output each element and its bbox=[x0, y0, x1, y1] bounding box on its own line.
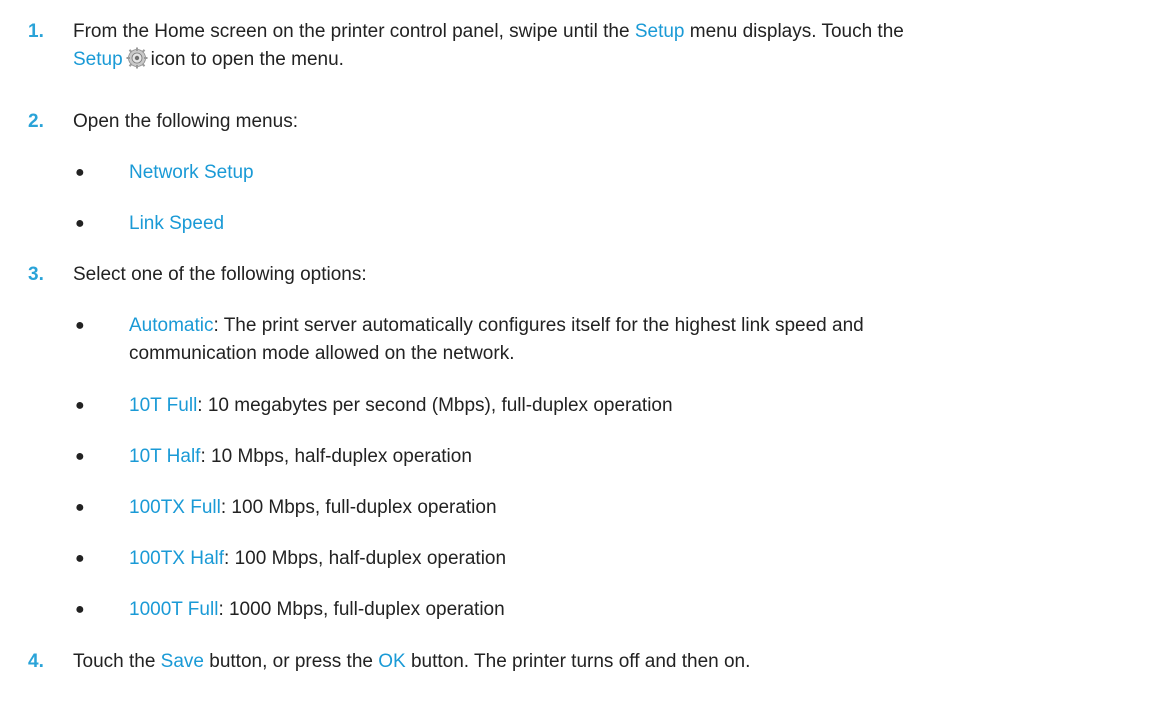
step-1-text-c: icon to open the menu. bbox=[150, 49, 344, 70]
step-2-text: Open the following menus: bbox=[73, 111, 298, 132]
step-number: 2. bbox=[28, 111, 44, 132]
bullet-icon: ● bbox=[75, 397, 85, 414]
step-number: 3. bbox=[28, 264, 44, 285]
bullet-icon: ● bbox=[75, 448, 85, 465]
100tx-full-link[interactable]: 100TX Full bbox=[129, 497, 221, 518]
step-1-text-a: From the Home screen on the printer cont… bbox=[73, 21, 635, 42]
setup-link[interactable]: Setup bbox=[635, 21, 685, 42]
100tx-half-link[interactable]: 100TX Half bbox=[129, 548, 224, 569]
setup-link-2[interactable]: Setup bbox=[73, 49, 123, 70]
step-number: 4. bbox=[28, 651, 44, 672]
step-number: 1. bbox=[28, 21, 44, 42]
step-4-text-a: Touch the bbox=[73, 651, 161, 672]
automatic-link[interactable]: Automatic bbox=[129, 315, 213, 336]
bullet-icon: ● bbox=[75, 317, 85, 334]
document-page: 1. From the Home screen on the printer c… bbox=[0, 0, 1161, 723]
bullet-icon: ● bbox=[75, 164, 85, 181]
option-100tx-half: 100TX Half: 100 Mbps, half-duplex operat… bbox=[129, 545, 1139, 573]
option-description: communication mode allowed on the networ… bbox=[129, 343, 515, 364]
step-1-text: From the Home screen on the printer cont… bbox=[73, 18, 1153, 46]
10t-half-link[interactable]: 10T Half bbox=[129, 446, 200, 467]
option-description: : 10 megabytes per second (Mbps), full-d… bbox=[197, 395, 673, 416]
bullet-icon: ● bbox=[75, 601, 85, 618]
option-1000t-full: 1000T Full: 1000 Mbps, full-duplex opera… bbox=[129, 596, 1139, 624]
network-setup-link[interactable]: Network Setup bbox=[129, 159, 1139, 187]
step-1-text-line-2: Setup icon to open the menu. bbox=[73, 46, 1153, 78]
1000t-full-link[interactable]: 1000T Full bbox=[129, 599, 218, 620]
step-4-text-c: button. The printer turns off and then o… bbox=[405, 651, 751, 672]
option-description: : The print server automatically configu… bbox=[213, 315, 864, 336]
step-1-text-b: menu displays. Touch the bbox=[684, 21, 904, 42]
option-description: : 100 Mbps, full-duplex operation bbox=[220, 497, 497, 518]
gear-icon bbox=[126, 47, 148, 78]
step-4-text-b: button, or press the bbox=[203, 651, 379, 672]
ok-link[interactable]: OK bbox=[378, 651, 405, 672]
bullet-icon: ● bbox=[75, 499, 85, 516]
option-description: : 1000 Mbps, full-duplex operation bbox=[218, 599, 505, 620]
step-3-text: Select one of the following options: bbox=[73, 264, 367, 285]
option-10t-half: 10T Half: 10 Mbps, half-duplex operation bbox=[129, 443, 1139, 471]
bullet-icon: ● bbox=[75, 215, 85, 232]
bullet-icon: ● bbox=[75, 550, 85, 567]
step-4-text: Touch the Save button, or press the OK b… bbox=[73, 648, 1153, 676]
option-10t-full: 10T Full: 10 megabytes per second (Mbps)… bbox=[129, 392, 1139, 420]
option-100tx-full: 100TX Full: 100 Mbps, full-duplex operat… bbox=[129, 494, 1139, 522]
option-automatic: Automatic: The print server automaticall… bbox=[129, 312, 1139, 340]
save-link[interactable]: Save bbox=[161, 651, 204, 672]
option-description: : 10 Mbps, half-duplex operation bbox=[200, 446, 472, 467]
10t-full-link[interactable]: 10T Full bbox=[129, 395, 197, 416]
link-speed-link[interactable]: Link Speed bbox=[129, 210, 1139, 238]
option-description: : 100 Mbps, half-duplex operation bbox=[224, 548, 507, 569]
